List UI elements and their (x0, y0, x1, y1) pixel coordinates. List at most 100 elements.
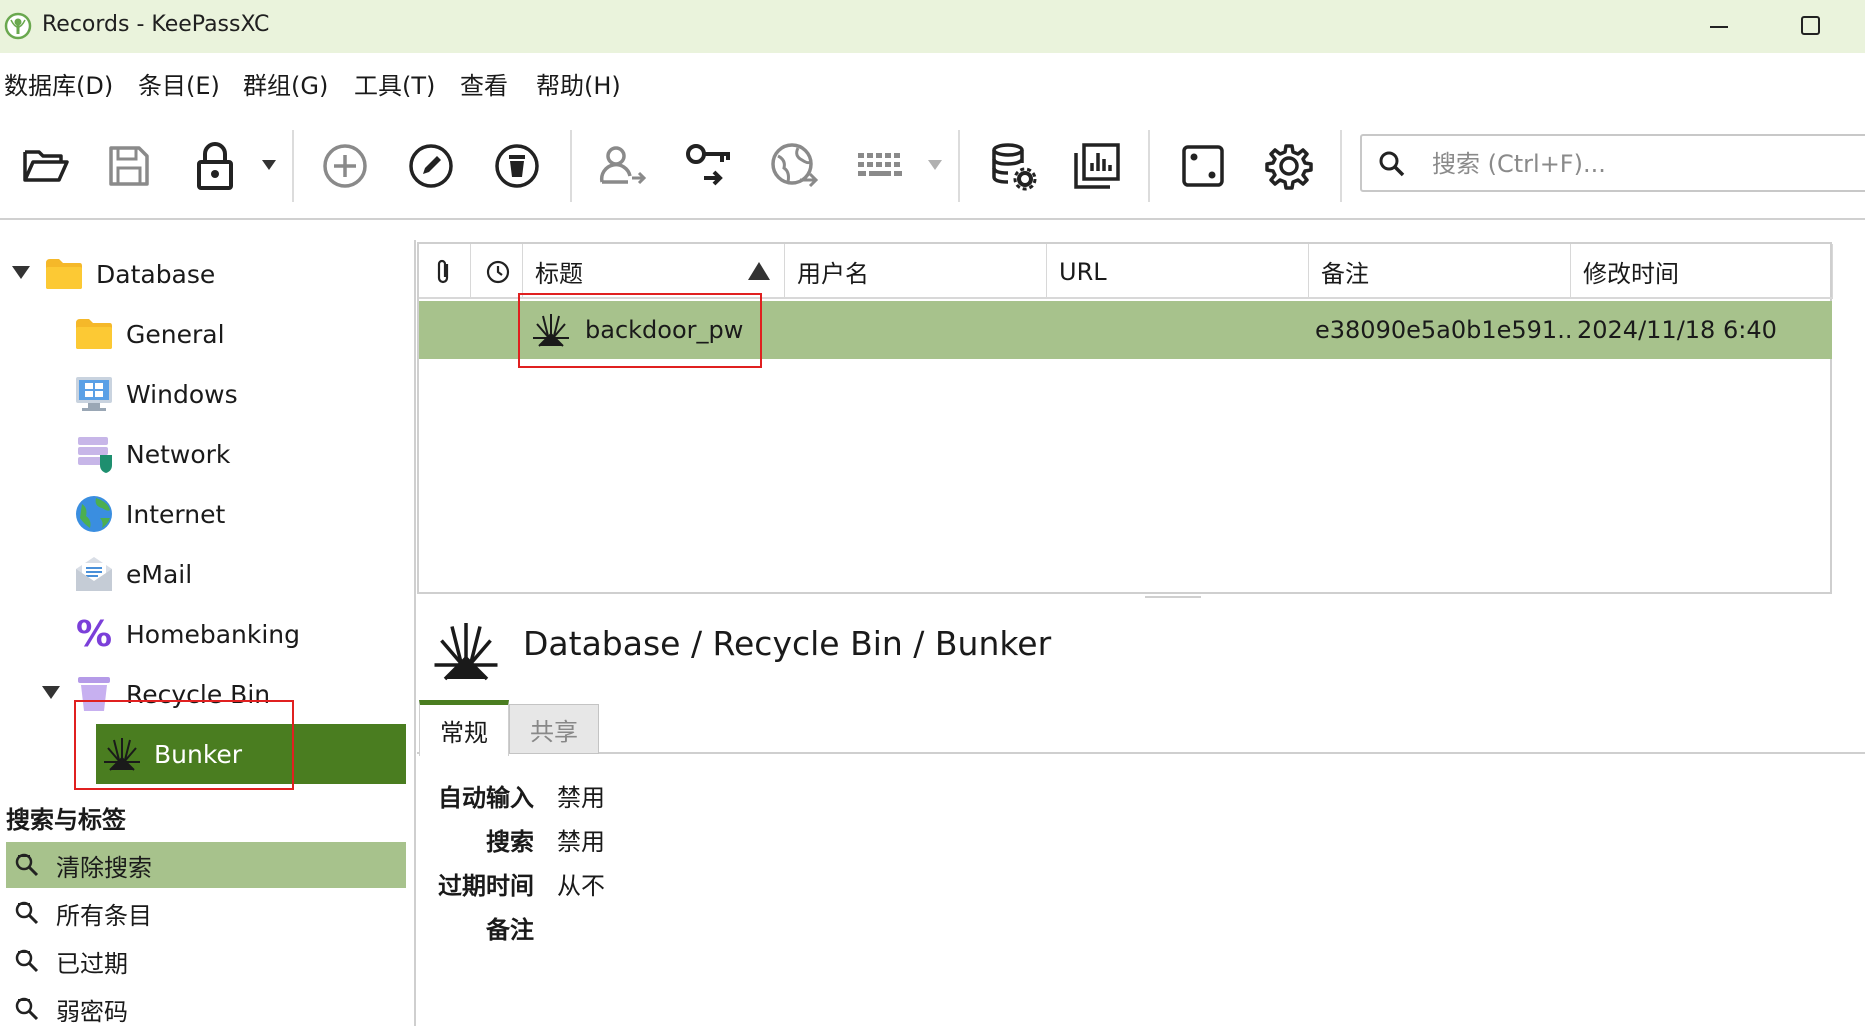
search-input[interactable] (1432, 146, 1852, 182)
tree-item-homebanking[interactable]: % Homebanking (0, 606, 410, 662)
copy-username-icon (599, 146, 647, 185)
sidebar-splitter[interactable] (414, 240, 416, 1026)
autotype-dropdown-arrow-icon[interactable] (928, 160, 942, 170)
tree-item-general[interactable]: General (0, 306, 410, 362)
tag-all-entries[interactable]: 所有条目 (6, 890, 406, 936)
tree-item-email[interactable]: eMail (0, 546, 410, 602)
search-box[interactable] (1360, 134, 1865, 192)
toolbar-divider (0, 218, 1865, 220)
tag-label: 已过期 (56, 949, 128, 978)
folder-icon (44, 254, 84, 294)
edit-entry-icon (409, 144, 453, 188)
tree-item-label: Database (96, 259, 216, 289)
tag-clear-search[interactable]: 清除搜索 (6, 842, 406, 888)
column-attachment[interactable] (419, 244, 471, 299)
tag-weak-passwords[interactable]: 弱密码 (6, 986, 406, 1032)
delete-entry-icon (495, 144, 539, 188)
gear-icon (1265, 144, 1313, 190)
tree-item-label: General (126, 319, 225, 349)
field-autotype-label: 自动输入 (438, 784, 534, 812)
column-modified[interactable]: 修改时间 (1571, 244, 1833, 299)
copy-password-icon (686, 144, 730, 186)
copy-username-button[interactable] (592, 135, 654, 197)
window-title: Records - KeePassXC (42, 12, 270, 37)
search-icon (1379, 151, 1405, 177)
menu-tools[interactable]: 工具(T) (354, 66, 435, 101)
menu-help[interactable]: 帮助(H) (536, 66, 621, 101)
menu-groups[interactable]: 群组(G) (243, 66, 328, 101)
minimize-button[interactable] (1698, 10, 1738, 42)
open-database-button[interactable] (14, 135, 76, 197)
paperclip-icon (437, 259, 449, 283)
reports-button[interactable] (1066, 135, 1128, 197)
sort-ascending-icon (748, 262, 770, 280)
edit-entry-button[interactable] (400, 135, 462, 197)
column-expiry[interactable] (471, 244, 523, 299)
column-url[interactable]: URL (1047, 244, 1309, 299)
menu-view[interactable]: 查看 (460, 66, 508, 101)
cell-username (793, 301, 1043, 359)
add-entry-icon (323, 144, 367, 188)
add-entry-button[interactable] (314, 135, 376, 197)
search-filter-icon (14, 948, 48, 974)
tag-label: 所有条目 (56, 901, 152, 930)
toolbar-separator (1148, 130, 1150, 202)
column-notes[interactable]: 备注 (1309, 244, 1571, 299)
tree-item-label: Network (126, 439, 231, 469)
tag-expired[interactable]: 已过期 (6, 938, 406, 984)
network-server-icon (74, 434, 114, 474)
tag-label: 弱密码 (56, 997, 128, 1026)
cell-url (1055, 301, 1305, 359)
folder-icon (74, 314, 114, 354)
maximize-button[interactable] (1790, 10, 1830, 42)
tree-item-network[interactable]: Network (0, 426, 410, 482)
globe-icon (74, 494, 114, 534)
windows-monitor-icon (74, 374, 114, 414)
field-autotype-value: 禁用 (557, 784, 605, 812)
tree-item-internet[interactable]: Internet (0, 486, 410, 542)
lock-database-button[interactable] (184, 135, 246, 197)
field-search-value: 禁用 (557, 828, 605, 856)
search-filter-icon (14, 900, 48, 926)
email-envelope-icon (74, 554, 114, 594)
tree-item-windows[interactable]: Windows (0, 366, 410, 422)
keyboard-icon (858, 153, 902, 176)
preview-splitter-handle[interactable] (1145, 596, 1201, 598)
lock-dropdown-arrow-icon[interactable] (262, 160, 276, 170)
bunker-insignia-icon (434, 623, 498, 681)
preview-tabs: 常规 共享 (417, 698, 1865, 756)
column-title[interactable]: 标题 (523, 244, 785, 299)
open-url-button[interactable] (764, 135, 826, 197)
cell-modified: 2024/11/18 6:40 (1577, 316, 1777, 344)
delete-entry-button[interactable] (486, 135, 548, 197)
settings-button[interactable] (1258, 135, 1320, 197)
tree-item-database[interactable]: Database (0, 246, 410, 302)
field-search-label: 搜索 (486, 828, 534, 856)
autotype-button[interactable] (850, 135, 912, 197)
toolbar-separator (570, 130, 572, 202)
column-username[interactable]: 用户名 (785, 244, 1047, 299)
table-header: 标题 用户名 URL 备注 修改时间 (419, 244, 1833, 299)
open-database-icon (23, 150, 69, 182)
field-expiry-value: 从不 (557, 872, 605, 900)
tab-general[interactable]: 常规 (419, 700, 509, 756)
tree-item-label: Homebanking (126, 619, 300, 649)
tag-label: 清除搜索 (56, 853, 152, 882)
database-settings-button[interactable] (982, 135, 1044, 197)
menu-database[interactable]: 数据库(D) (4, 66, 113, 101)
toolbar-separator (292, 130, 294, 202)
tab-sharing[interactable]: 共享 (509, 704, 599, 754)
column-username-label: 用户名 (797, 260, 869, 288)
field-notes-label: 备注 (486, 916, 534, 944)
search-filter-icon (14, 996, 48, 1022)
highlight-box-bunker (74, 700, 294, 790)
copy-password-button[interactable] (678, 135, 740, 197)
tree-item-label: Internet (126, 499, 226, 529)
save-database-button[interactable] (98, 135, 160, 197)
field-expiry-label: 过期时间 (438, 872, 534, 900)
password-generator-button[interactable] (1172, 135, 1234, 197)
column-url-label: URL (1059, 257, 1107, 286)
toolbar-separator (958, 130, 960, 202)
highlight-box-entry (518, 293, 762, 368)
menu-entries[interactable]: 条目(E) (138, 66, 220, 101)
